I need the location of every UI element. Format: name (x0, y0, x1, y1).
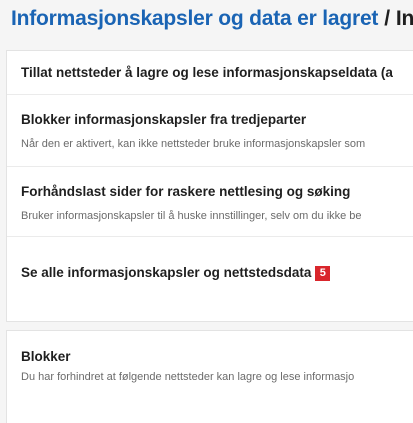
block-section-title: Blokker (21, 349, 71, 364)
cookie-settings-card: Tillat nettsteder å lagre og lese inform… (6, 50, 413, 322)
callout-badge: 5 (315, 266, 331, 281)
block-third-party-title: Blokker informasjonskapsler fra tredjepa… (21, 112, 307, 127)
block-list-card: Blokker Du har forhindret at følgende ne… (6, 330, 413, 423)
preload-pages-description: Bruker informasjonskapsler til å huske i… (21, 210, 362, 222)
block-third-party-setting[interactable]: Blokker informasjonskapsler fra tredjepa… (7, 95, 413, 167)
preload-pages-title: Forhåndslast sider for raskere nettlesin… (21, 184, 351, 199)
see-all-cookies-link[interactable]: Se alle informasjonskapsler og nettsteds… (7, 237, 413, 307)
block-section-description: Du har forhindret at følgende nettsteder… (21, 371, 355, 383)
breadcrumb-parent-link[interactable]: Informasjonskapsler og data er lagret (11, 7, 378, 30)
allow-sites-setting[interactable]: Tillat nettsteder å lagre og lese inform… (7, 51, 413, 95)
breadcrumb-current: Inf (395, 7, 413, 30)
see-all-cookies-title: Se alle informasjonskapsler og nettsteds… (21, 265, 312, 280)
settings-page: Informasjonskapsler og data er lagret / In… (0, 0, 413, 423)
allow-sites-title: Tillat nettsteder å lagre og lese inform… (21, 65, 393, 80)
breadcrumb-separator: / (384, 7, 390, 30)
block-third-party-description: Når den er aktivert, kan ikke nettsteder… (21, 138, 366, 150)
breadcrumb: Informasjonskapsler og data er lagret / In… (11, 4, 413, 34)
block-section-header: Blokker Du har forhindret at følgende ne… (7, 331, 413, 401)
preload-pages-setting[interactable]: Forhåndslast sider for raskere nettlesin… (7, 167, 413, 237)
